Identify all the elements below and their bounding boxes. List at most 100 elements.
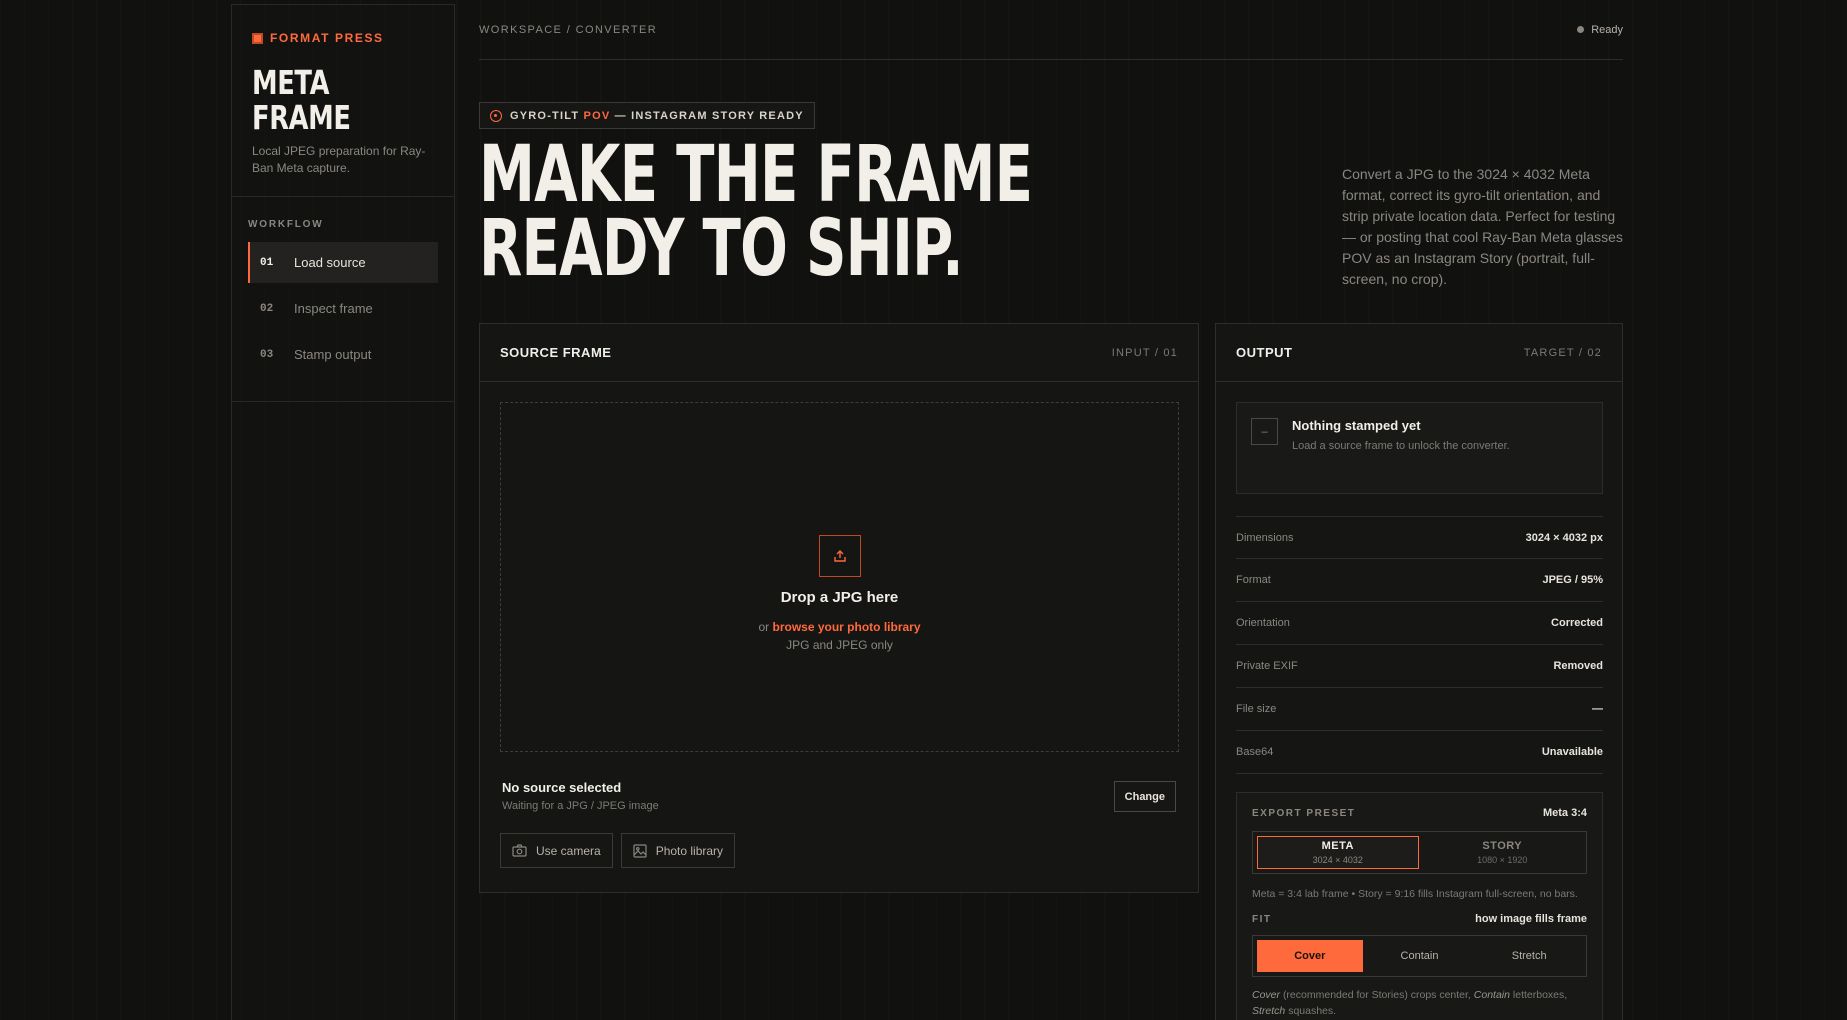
- drop-hint: JPG and JPEG only: [786, 637, 893, 652]
- app-title-line1: META: [252, 63, 330, 102]
- status-indicator: Ready: [1577, 24, 1623, 36]
- workflow-item-inspect-frame[interactable]: 02 Inspect frame: [248, 288, 438, 329]
- output-panel: OUTPUT TARGET / 02 – Nothing stamped yet…: [1215, 323, 1623, 1020]
- preset-label: EXPORT PRESET: [1252, 807, 1356, 819]
- empty-state-title: Nothing stamped yet: [1292, 418, 1421, 433]
- spec-value: JPEG / 95%: [1542, 574, 1603, 586]
- workflow-item-number: 01: [260, 256, 274, 269]
- dash-icon: –: [1251, 418, 1278, 445]
- workflow-item-load-source[interactable]: 01 Load source: [248, 242, 438, 283]
- sidebar: FORMAT PRESS META FRAME Local JPEG prepa…: [231, 4, 455, 1020]
- topbar: WORKSPACE / CONVERTER Ready: [479, 0, 1623, 60]
- hero-description: Convert a JPG to the 3024 × 4032 Meta fo…: [1342, 166, 1623, 287]
- brand-name: FORMAT PRESS: [270, 31, 384, 45]
- fit-note-part2: letterboxes,: [1512, 989, 1568, 1001]
- fit-note-cover: Cover: [1252, 989, 1281, 1001]
- breadcrumb: WORKSPACE / CONVERTER: [479, 23, 658, 36]
- spec-row-file-size: File size —: [1236, 688, 1603, 731]
- source-frame-panel: SOURCE FRAME INPUT / 01 Drop a JPG here …: [479, 323, 1199, 893]
- fit-option-contain[interactable]: Contain: [1367, 940, 1473, 972]
- source-panel-title: SOURCE FRAME: [500, 345, 612, 360]
- spec-value: 3024 × 4032 px: [1525, 531, 1603, 544]
- spec-key: File size: [1236, 703, 1277, 715]
- workflow-item-label: Inspect frame: [294, 301, 373, 316]
- export-preset-section: EXPORT PRESET Meta 3:4 META 3024 × 4032 …: [1236, 792, 1603, 1020]
- source-status: No source selected Waiting for a JPG / J…: [502, 780, 659, 812]
- empty-state-card: – Nothing stamped yet Load a source fram…: [1236, 402, 1603, 494]
- badge-accent: POV: [583, 109, 611, 122]
- use-camera-label: Use camera: [536, 843, 601, 858]
- fit-selector: Cover Contain Stretch: [1252, 935, 1587, 977]
- image-icon: [633, 843, 647, 858]
- preset-option-dims: 1080 × 1920: [1477, 855, 1528, 865]
- spec-row-format: Format JPEG / 95%: [1236, 559, 1603, 602]
- target-icon: [490, 109, 502, 122]
- fit-label: FIT: [1252, 913, 1272, 925]
- app-title: META FRAME: [252, 65, 431, 135]
- spec-key: Orientation: [1236, 617, 1290, 629]
- file-dropzone[interactable]: Drop a JPG here or browse your photo lib…: [500, 402, 1179, 752]
- badge-post: — INSTAGRAM STORY READY: [614, 109, 804, 122]
- app-subtitle: Local JPEG preparation for Ray-Ban Meta …: [252, 144, 426, 175]
- spec-row-dimensions: Dimensions 3024 × 4032 px: [1236, 516, 1603, 559]
- fit-note: Cover (recommended for Stories) crops ce…: [1252, 987, 1587, 1019]
- source-status-subtitle: Waiting for a JPG / JPEG image: [502, 800, 659, 812]
- browse-library-link[interactable]: browse your photo library: [772, 620, 920, 634]
- fit-note-part3: squashes.: [1288, 1005, 1337, 1017]
- preset-option-story[interactable]: STORY 1080 × 1920: [1423, 836, 1583, 869]
- spec-row-base64: Base64 Unavailable: [1236, 731, 1603, 774]
- hero-badge-text: GYRO-TILT POV — INSTAGRAM STORY READY: [510, 110, 804, 122]
- output-panel-header: OUTPUT TARGET / 02: [1216, 324, 1622, 382]
- workflow-item-number: 03: [260, 348, 274, 361]
- change-button[interactable]: Change: [1113, 781, 1176, 812]
- workflow-item-number: 02: [260, 302, 274, 315]
- status-dot-icon: [1577, 26, 1585, 33]
- spec-value: Corrected: [1551, 617, 1603, 629]
- hero-badge: GYRO-TILT POV — INSTAGRAM STORY READY: [479, 102, 815, 129]
- hero-title: MAKE THE FRAME READY TO SHIP.: [479, 130, 1127, 294]
- drop-title: Drop a JPG here: [780, 588, 899, 606]
- source-actions: Use camera Photo library: [500, 833, 736, 868]
- preset-header: EXPORT PRESET Meta 3:4: [1252, 807, 1587, 819]
- workflow-label: WORKFLOW: [248, 219, 324, 230]
- hero-title-line2: READY TO SHIP.: [479, 204, 964, 294]
- spec-value: —: [1592, 703, 1603, 715]
- preset-value: Meta 3:4: [1542, 807, 1587, 819]
- spec-value: Unavailable: [1541, 746, 1603, 758]
- status-text: Ready: [1591, 23, 1623, 36]
- preset-option-name: STORY: [1482, 840, 1523, 852]
- output-panel-title: OUTPUT: [1236, 345, 1293, 360]
- brand-block: FORMAT PRESS META FRAME Local JPEG prepa…: [232, 5, 454, 197]
- fit-note-part1: (recommended for Stories) crops center,: [1282, 989, 1471, 1001]
- spec-row-private-exif: Private EXIF Removed: [1236, 645, 1603, 688]
- spec-key: Private EXIF: [1236, 660, 1298, 672]
- workflow-item-stamp-output[interactable]: 03 Stamp output: [248, 334, 438, 375]
- source-status-title: No source selected: [502, 780, 622, 795]
- brand-logo-icon: [252, 32, 263, 44]
- output-panel-tag: TARGET / 02: [1523, 346, 1602, 359]
- spec-key: Dimensions: [1236, 531, 1294, 544]
- fit-note-contain: Contain: [1473, 989, 1510, 1001]
- photo-library-label: Photo library: [655, 843, 724, 858]
- workflow-item-label: Load source: [294, 255, 366, 270]
- fit-header: FIT how image fills frame: [1252, 913, 1587, 925]
- badge-pre: GYRO-TILT: [510, 109, 580, 122]
- hero-title-line1: MAKE THE FRAME: [479, 130, 1033, 220]
- fit-option-cover[interactable]: Cover: [1257, 940, 1363, 972]
- preset-note: Meta = 3:4 lab frame • Story = 9:16 fill…: [1252, 888, 1578, 900]
- source-panel-tag: INPUT / 01: [1111, 346, 1178, 359]
- source-panel-header: SOURCE FRAME INPUT / 01: [480, 324, 1198, 382]
- preset-option-meta[interactable]: META 3024 × 4032: [1257, 836, 1419, 869]
- photo-library-button[interactable]: Photo library: [620, 833, 736, 868]
- spec-key: Format: [1236, 574, 1271, 586]
- output-specs: Dimensions 3024 × 4032 px Format JPEG / …: [1236, 516, 1603, 774]
- spec-row-orientation: Orientation Corrected: [1236, 602, 1603, 645]
- empty-state-subtitle: Load a source frame to unlock the conver…: [1292, 440, 1510, 452]
- workflow-nav: WORKFLOW 01 Load source 02 Inspect frame…: [232, 197, 454, 402]
- fit-option-stretch[interactable]: Stretch: [1476, 940, 1582, 972]
- spec-key: Base64: [1236, 746, 1274, 758]
- spec-value: Removed: [1553, 660, 1603, 672]
- use-camera-button[interactable]: Use camera: [500, 833, 613, 868]
- preset-option-dims: 3024 × 4032: [1312, 855, 1363, 865]
- preset-option-name: META: [1321, 840, 1354, 852]
